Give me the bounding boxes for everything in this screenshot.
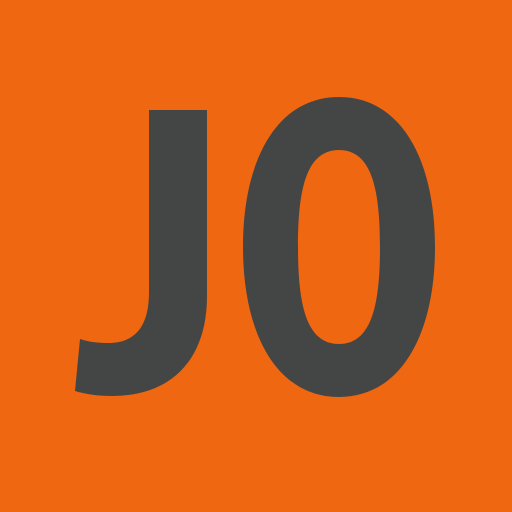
letter-j [75, 110, 207, 396]
monogram-tile [0, 0, 512, 512]
letter-o [243, 97, 435, 397]
jo-monogram-logo [75, 97, 435, 397]
